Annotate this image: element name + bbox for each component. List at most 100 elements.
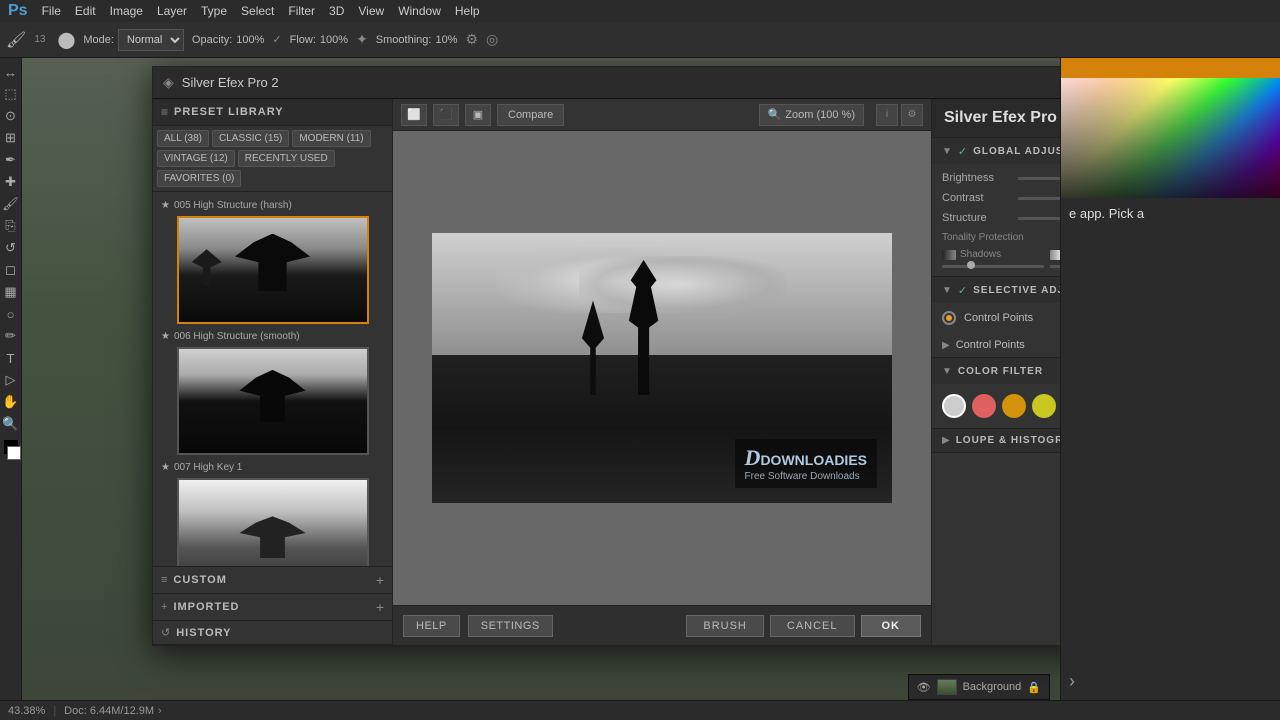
swatch-neutral[interactable] [942,394,966,418]
ok-button[interactable]: OK [861,615,922,637]
brightness-track[interactable] [1018,177,1060,180]
structure-label: Structure [942,212,1012,224]
loupe-chevron-icon: ▶ [942,435,950,446]
custom-add-icon[interactable]: + [376,572,384,588]
preset-thumb-1[interactable] [177,216,369,324]
gradient-tool[interactable]: ▦ [1,282,21,302]
dialog-icon: ◈ [163,74,174,91]
preset-thumb-3[interactable] [177,478,369,566]
custom-section[interactable]: ≡ CUSTOM + [153,567,392,594]
selective-adjustments-header[interactable]: ▼ ✓ SELECTIVE ADJUSTMENTS ↺ [932,277,1060,303]
preset-label-3: ★ 007 High Key 1 [157,458,388,475]
status-bar: 43.38% | Doc: 6.44M/12.9M › 👁 Background… [0,700,1280,720]
crop-tool[interactable]: ⊞ [1,128,21,148]
settings-button[interactable]: SETTINGS [468,615,553,637]
contrast-track[interactable] [1018,197,1060,200]
color-filter-header[interactable]: ▼ COLOR FILTER ↺ [932,358,1060,384]
move-tool[interactable]: ↔ [1,62,21,82]
brush-tool[interactable]: 🖌 [1,194,21,214]
imported-section[interactable]: + IMPORTED + [153,594,392,621]
split-vertical-button[interactable]: ▣ [465,104,491,126]
preset-library-title: PRESET LIBRARY [174,106,284,118]
text-tool[interactable]: T [1,348,21,368]
structure-track[interactable] [1018,217,1060,220]
control-points-expand-label: Control Points [956,339,1025,351]
lasso-tool[interactable]: ⊙ [1,106,21,126]
menu-3d[interactable]: 3D [329,4,344,18]
smoothing-value: 10% [435,34,457,46]
gear-icon[interactable]: ⚙ [465,31,478,48]
shadows-thumb[interactable] [967,261,975,269]
cancel-button[interactable]: CANCEL [770,615,855,637]
opacity-label: Opacity: [192,34,232,46]
menu-type[interactable]: Type [201,4,227,18]
filter-favorites[interactable]: FAVORITES (0) [157,170,241,187]
menu-edit[interactable]: Edit [75,4,96,18]
swatch-yellow[interactable] [1032,394,1056,418]
loupe-histogram-header[interactable]: ▶ LOUPE & HISTOGRAM [932,429,1060,452]
hand-tool[interactable]: ✋ [1,392,21,412]
history-brush-tool[interactable]: ↺ [1,238,21,258]
select-tool[interactable]: ⬚ [1,84,21,104]
ps-panel-controls: › [1061,663,1280,700]
zoom-control[interactable]: 🔍 Zoom (100 %) [759,104,864,126]
background-color[interactable] [7,446,21,460]
menu-layer[interactable]: Layer [157,4,187,18]
control-points-expand[interactable]: ▶ Control Points [932,333,1060,357]
swatch-red[interactable] [972,394,996,418]
color-picker-area[interactable] [1061,78,1280,198]
preview-panel: ⬜ ⬛ ▣ Compare 🔍 Zoom (100 %) i ⚙ [393,99,931,645]
filter-modern[interactable]: MODERN (11) [292,130,370,147]
brush-button[interactable]: BRUSH [686,615,764,637]
path-tool[interactable]: ▷ [1,370,21,390]
pen-tool[interactable]: ✏ [1,326,21,346]
photoshop-app: Ps File Edit Image Layer Type Select Fil… [0,0,1280,720]
single-view-button[interactable]: ⬜ [401,104,427,126]
mode-dropdown[interactable]: Normal [118,29,184,51]
help-button[interactable]: HELP [403,615,460,637]
pressure-icon: ◎ [486,31,498,48]
split-horizontal-button[interactable]: ⬛ [433,104,459,126]
tonality-label: Tonality Protection [942,232,1060,243]
global-adjustments-header[interactable]: ▼ ✓ GLOBAL ADJUSTMENTS ↺ [932,138,1060,164]
control-point-radio[interactable] [942,311,956,325]
menu-help[interactable]: Help [455,4,480,18]
filter-classic[interactable]: CLASSIC (15) [212,130,289,147]
shadows-label-row: Shadows [942,249,1044,260]
menu-window[interactable]: Window [398,4,441,18]
compare-button[interactable]: Compare [497,104,564,126]
adjustments-scroll[interactable]: ▼ ✓ GLOBAL ADJUSTMENTS ↺ Brightness [932,138,1060,645]
settings-icon[interactable]: ⚙ [901,104,923,126]
eyedropper-tool[interactable]: ✒ [1,150,21,170]
dodge-tool[interactable]: ○ [1,304,21,324]
healing-tool[interactable]: ✚ [1,172,21,192]
preset-thumb-2[interactable] [177,347,369,455]
menu-image[interactable]: Image [110,4,143,18]
menu-file[interactable]: File [42,4,61,18]
history-section[interactable]: ↺ HISTORY [153,621,392,645]
flow-control: Flow: 100% [290,34,348,46]
filter-all[interactable]: ALL (38) [157,130,209,147]
zoom-tool[interactable]: 🔍 [1,414,21,434]
preset-name-3: 007 High Key 1 [174,462,242,473]
expand-arrow-icon[interactable]: › [1069,671,1075,692]
info-button[interactable]: i [876,104,898,126]
imported-add-icon[interactable]: + [376,599,384,615]
highlights-track[interactable] [1050,265,1061,268]
layer-visibility-icon[interactable]: 👁 [917,681,931,694]
filter-recently-used[interactable]: RECENTLY USED [238,150,335,167]
filter-vintage[interactable]: VINTAGE (12) [157,150,235,167]
highlights-gradient-icon [1050,250,1061,260]
airbrush-icon: ✦ [356,31,368,48]
preset-library-header: ≡ PRESET LIBRARY [153,99,392,126]
preset-label-1: ★ 005 High Structure (harsh) [157,196,388,213]
clone-tool[interactable]: ⎘ [1,216,21,236]
swatch-orange[interactable] [1002,394,1026,418]
eraser-tool[interactable]: ◻ [1,260,21,280]
highlights-col: Highlights [1050,249,1061,268]
menu-filter[interactable]: Filter [288,4,315,18]
shadows-track[interactable] [942,265,1044,268]
menu-view[interactable]: View [358,4,384,18]
menu-select[interactable]: Select [241,4,274,18]
status-arrow[interactable]: › [158,705,162,717]
